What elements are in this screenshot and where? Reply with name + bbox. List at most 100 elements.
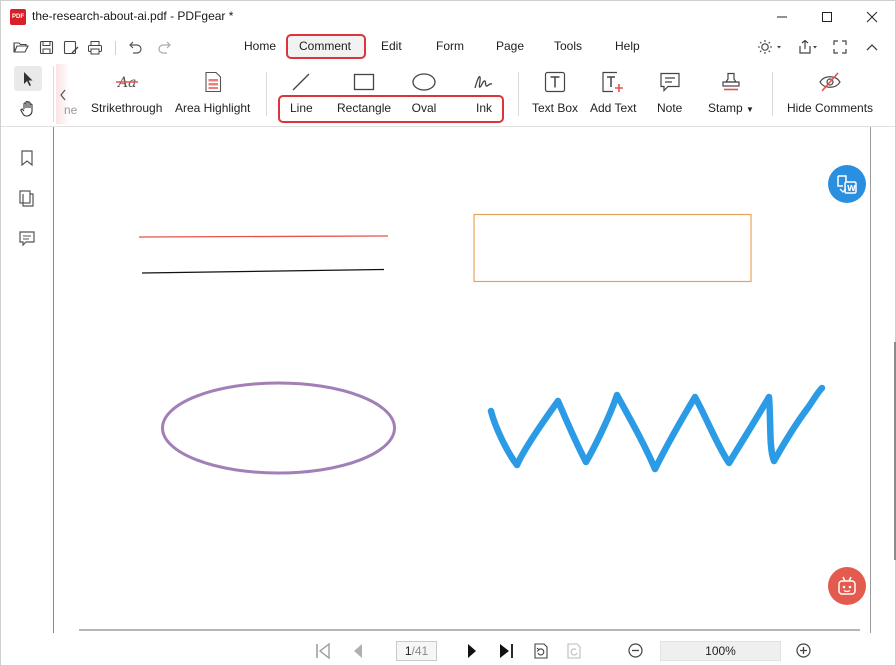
hide-comments-tool[interactable]: Hide Comments bbox=[787, 70, 873, 115]
close-button[interactable] bbox=[849, 1, 895, 32]
bookmark-button[interactable] bbox=[18, 149, 36, 167]
add-text-label: Add Text bbox=[590, 101, 637, 115]
select-tool-button[interactable] bbox=[14, 66, 42, 91]
page-number-field[interactable]: 1/41 bbox=[396, 641, 437, 661]
rectangle-tool[interactable]: Rectangle bbox=[337, 70, 391, 115]
add-text-tool[interactable]: Add Text bbox=[590, 70, 636, 115]
line-annotation-black bbox=[141, 268, 385, 274]
convert-word-icon: W bbox=[837, 175, 857, 194]
thumbnails-button[interactable] bbox=[18, 189, 36, 207]
rectangle-icon bbox=[353, 73, 375, 91]
first-page-button[interactable] bbox=[314, 642, 332, 663]
oval-tool[interactable]: Oval bbox=[411, 70, 437, 115]
rotate-right-icon bbox=[567, 643, 581, 659]
collapse-ribbon-button[interactable] bbox=[863, 38, 881, 56]
ink-tool[interactable]: Ink bbox=[473, 70, 495, 115]
hide-comments-label: Hide Comments bbox=[787, 101, 874, 115]
convert-to-word-button[interactable]: W bbox=[828, 165, 866, 203]
last-page-button[interactable] bbox=[497, 642, 515, 663]
area-highlight-label: Area Highlight bbox=[175, 101, 251, 115]
redo-icon bbox=[158, 41, 171, 54]
oval-icon bbox=[412, 73, 436, 91]
annotations-layer bbox=[79, 213, 860, 631]
rectangle-annotation bbox=[473, 213, 752, 283]
status-bar: 1/41 100% bbox=[1, 633, 895, 665]
rotate-left-icon bbox=[534, 643, 548, 659]
text-box-tool[interactable]: Text Box bbox=[532, 70, 578, 115]
comments-panel-button[interactable] bbox=[18, 229, 36, 247]
add-text-icon bbox=[602, 71, 624, 93]
save-icon bbox=[39, 40, 53, 54]
ink-pen-icon bbox=[474, 75, 493, 89]
menu-home[interactable]: Home bbox=[244, 39, 276, 53]
print-button[interactable] bbox=[86, 38, 104, 56]
pdfgear-logo-icon: PDF bbox=[10, 9, 26, 25]
theme-button[interactable] bbox=[756, 38, 784, 56]
next-page-button[interactable] bbox=[465, 642, 479, 663]
menu-help[interactable]: Help bbox=[615, 39, 640, 53]
rotate-left-button[interactable] bbox=[531, 642, 549, 663]
ink-label: Ink bbox=[475, 101, 492, 115]
save-as-button[interactable] bbox=[62, 38, 80, 56]
note-tool[interactable]: Note bbox=[657, 70, 682, 115]
undo-button[interactable] bbox=[126, 38, 144, 56]
maximize-button[interactable] bbox=[804, 1, 850, 32]
text-box-label: Text Box bbox=[532, 101, 579, 115]
share-button[interactable] bbox=[797, 38, 821, 56]
zoom-out-button[interactable] bbox=[627, 642, 644, 662]
next-page-icon bbox=[468, 644, 476, 658]
maximize-icon bbox=[822, 11, 832, 22]
app-window: PDF the-research-about-ai.pdf - PDFgear … bbox=[0, 0, 896, 666]
rotate-right-button[interactable] bbox=[564, 642, 582, 663]
strikethrough-icon: Aa bbox=[115, 75, 138, 91]
save-button[interactable] bbox=[37, 38, 55, 56]
area-highlight-icon bbox=[205, 71, 221, 93]
line-icon bbox=[292, 73, 310, 91]
ribbon-divider bbox=[772, 72, 773, 116]
fullscreen-icon bbox=[833, 40, 847, 54]
ai-assistant-button[interactable] bbox=[828, 567, 866, 605]
vertical-scrollbar[interactable] bbox=[870, 127, 896, 633]
zoom-level-field[interactable]: 100% bbox=[660, 641, 781, 661]
eye-slash-icon bbox=[819, 72, 841, 92]
close-icon bbox=[866, 11, 878, 22]
zoom-in-button[interactable] bbox=[795, 642, 812, 662]
share-icon bbox=[799, 39, 817, 54]
menu-row: Home Comment Edit Form Page Tools Help bbox=[1, 32, 895, 62]
pdf-page[interactable] bbox=[55, 127, 870, 633]
window-title: the-research-about-ai.pdf - PDFgear * bbox=[32, 9, 234, 23]
current-page: 1 bbox=[404, 644, 412, 658]
redo-button[interactable] bbox=[156, 38, 174, 56]
line-tool[interactable]: Line bbox=[290, 70, 313, 115]
qa-divider bbox=[115, 41, 116, 55]
menu-form[interactable]: Form bbox=[436, 39, 464, 53]
undo-icon bbox=[129, 41, 142, 54]
hand-icon bbox=[20, 100, 33, 117]
oval-annotation bbox=[161, 381, 396, 475]
area-highlight-tool[interactable]: Area Highlight bbox=[175, 70, 250, 115]
print-icon bbox=[88, 40, 102, 54]
menu-page[interactable]: Page bbox=[496, 39, 524, 53]
last-page-icon bbox=[500, 644, 513, 658]
pages-icon bbox=[19, 190, 34, 207]
menu-comment[interactable]: Comment bbox=[299, 39, 351, 53]
line-label: Line bbox=[290, 101, 313, 115]
strikethrough-tool[interactable]: Aa Strikethrough bbox=[91, 70, 162, 115]
hand-tool-button[interactable] bbox=[14, 96, 42, 120]
minimize-button[interactable] bbox=[759, 1, 805, 32]
rectangle-label: Rectangle bbox=[337, 101, 392, 115]
menu-edit[interactable]: Edit bbox=[381, 39, 402, 53]
partial-tool-label: ne bbox=[64, 103, 78, 117]
comment-ribbon: ne Aa Strikethrough Area Highlight Line … bbox=[1, 62, 895, 127]
open-file-button[interactable] bbox=[12, 38, 30, 56]
pointer-arrow-icon bbox=[24, 71, 33, 86]
menu-tools[interactable]: Tools bbox=[554, 39, 582, 53]
svg-text:Aa: Aa bbox=[116, 75, 136, 91]
strikethrough-label: Strikethrough bbox=[91, 101, 163, 115]
left-sidebar bbox=[1, 127, 54, 665]
stamp-tool[interactable]: Stamp ▼ bbox=[708, 70, 754, 115]
fullscreen-button[interactable] bbox=[831, 38, 849, 56]
previous-page-button[interactable] bbox=[351, 642, 365, 663]
zoom-in-icon bbox=[796, 643, 811, 658]
total-pages: /41 bbox=[411, 644, 429, 658]
